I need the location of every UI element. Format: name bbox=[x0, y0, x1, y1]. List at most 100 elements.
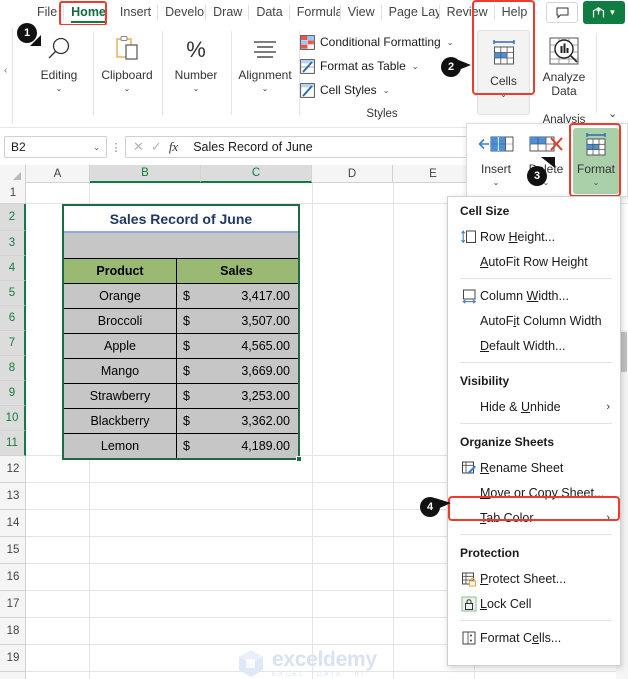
tab-draw[interactable]: Draw bbox=[206, 1, 250, 24]
format-cells-button[interactable]: Format ⌄ bbox=[573, 128, 619, 194]
tab-file[interactable]: File bbox=[30, 1, 65, 24]
cell-product[interactable]: Orange bbox=[64, 284, 177, 308]
table-title-cell[interactable]: Sales Record of June bbox=[64, 206, 298, 233]
column-header-c[interactable]: C bbox=[201, 165, 312, 183]
table-row[interactable]: Strawberry $3,253.00 bbox=[64, 383, 298, 408]
table-row[interactable]: Lemon $4,189.00 bbox=[64, 433, 298, 458]
format-as-table-chevron-down-icon[interactable]: ⌄ bbox=[412, 62, 419, 71]
table-spacer-row[interactable] bbox=[64, 233, 298, 258]
row-header-11[interactable]: 11 bbox=[0, 431, 26, 456]
row-header-19[interactable]: 19 bbox=[0, 645, 26, 672]
name-box[interactable]: B2 ⌄ bbox=[4, 136, 107, 158]
row-header-9[interactable]: 9 bbox=[0, 381, 26, 406]
cell-styles-chevron-down-icon[interactable]: ⌄ bbox=[383, 86, 390, 95]
share-button[interactable]: ▼ bbox=[583, 1, 625, 24]
cell-sales[interactable]: $3,669.00 bbox=[177, 359, 298, 383]
cell-sales[interactable]: $3,507.00 bbox=[177, 309, 298, 333]
menu-item-column-width[interactable]: Column Width... bbox=[448, 283, 620, 308]
cell-sales[interactable]: $3,362.00 bbox=[177, 409, 298, 433]
tab-data[interactable]: Data bbox=[249, 1, 290, 24]
menu-item-rename-sheet[interactable]: Rename Sheet bbox=[448, 455, 620, 480]
cell-product[interactable]: Strawberry bbox=[64, 384, 177, 408]
ribbon-group-cells[interactable]: Cells ⌄ bbox=[477, 30, 530, 115]
menu-item-format-cells[interactable]: Format Cells... bbox=[448, 625, 620, 650]
number-chevron-down-icon[interactable]: ⌄ bbox=[193, 84, 200, 93]
table-row[interactable]: Mango $3,669.00 bbox=[64, 358, 298, 383]
menu-item-tab-color[interactable]: Tab Color › bbox=[448, 505, 620, 530]
conditional-formatting-chevron-down-icon[interactable]: ⌄ bbox=[447, 38, 454, 47]
tab-formulas[interactable]: Formulas bbox=[290, 1, 341, 24]
menu-item-protect-sheet[interactable]: Protect Sheet... bbox=[448, 566, 620, 591]
tab-insert[interactable]: Insert bbox=[113, 1, 159, 24]
row-header-16[interactable]: 16 bbox=[0, 564, 26, 591]
column-header-sales[interactable]: Sales bbox=[177, 259, 298, 283]
editing-chevron-down-icon[interactable]: ⌄ bbox=[56, 84, 63, 93]
tab-page-layout[interactable]: Page Layout bbox=[382, 1, 440, 24]
column-header-product[interactable]: Product bbox=[64, 259, 177, 283]
cancel-icon[interactable]: ✕ bbox=[133, 139, 144, 155]
row-header-1[interactable]: 1 bbox=[0, 183, 26, 204]
sales-table[interactable]: Sales Record of June Product Sales Orang… bbox=[62, 204, 302, 462]
menu-item-autofit-column-width[interactable]: AutoFit Column Width bbox=[448, 308, 620, 333]
formula-bar-options-icon[interactable]: ⋮ bbox=[107, 141, 125, 154]
column-header-d[interactable]: D bbox=[312, 165, 393, 183]
row-header-6[interactable]: 6 bbox=[0, 306, 26, 331]
cell-sales[interactable]: $3,253.00 bbox=[177, 384, 298, 408]
ribbon-group-clipboard[interactable]: Clipboard ⌄ bbox=[94, 27, 160, 119]
menu-item-row-height[interactable]: Row Height... bbox=[448, 224, 620, 249]
select-all-corner-button[interactable] bbox=[0, 165, 26, 183]
cell-product[interactable]: Mango bbox=[64, 359, 177, 383]
row-header-15[interactable]: 15 bbox=[0, 537, 26, 564]
insert-cells-button[interactable]: Insert ⌄ bbox=[473, 128, 519, 194]
column-header-b[interactable]: B bbox=[90, 165, 201, 183]
menu-item-autofit-row-height[interactable]: AutoFit Row Height bbox=[448, 249, 620, 274]
cell-sales[interactable]: $4,189.00 bbox=[177, 434, 298, 458]
menu-item-lock-cell[interactable]: Lock Cell bbox=[448, 591, 620, 616]
analyze-data-button[interactable]: Analyze Data bbox=[536, 30, 592, 118]
cell-sales[interactable]: $3,417.00 bbox=[177, 284, 298, 308]
row-header-12[interactable]: 12 bbox=[0, 456, 26, 483]
tab-review[interactable]: Review bbox=[440, 1, 495, 24]
row-header-2[interactable]: 2 bbox=[0, 204, 26, 231]
cell-product[interactable]: Broccoli bbox=[64, 309, 177, 333]
name-box-chevron-down-icon[interactable]: ⌄ bbox=[93, 143, 100, 152]
row-header-13[interactable]: 13 bbox=[0, 483, 26, 510]
table-row[interactable]: Blackberry $3,362.00 bbox=[64, 408, 298, 433]
tab-developer[interactable]: Developer bbox=[158, 1, 207, 24]
conditional-formatting-button[interactable]: Conditional Formatting ⌄ bbox=[300, 31, 464, 53]
row-header-17[interactable]: 17 bbox=[0, 591, 26, 618]
menu-item-move-or-copy-sheet[interactable]: Move or Copy Sheet... bbox=[448, 480, 620, 505]
column-header-a[interactable]: A bbox=[26, 165, 90, 183]
clipboard-chevron-down-icon[interactable]: ⌄ bbox=[124, 84, 131, 93]
row-header-18[interactable]: 18 bbox=[0, 618, 26, 645]
cell-styles-button[interactable]: Cell Styles ⌄ bbox=[300, 79, 464, 101]
row-header-4[interactable]: 4 bbox=[0, 256, 26, 281]
row-header-5[interactable]: 5 bbox=[0, 281, 26, 306]
table-row[interactable]: Orange $3,417.00 bbox=[64, 283, 298, 308]
ribbon-group-number[interactable]: % Number ⌄ bbox=[163, 27, 229, 119]
tab-view[interactable]: View bbox=[341, 1, 382, 24]
row-header-8[interactable]: 8 bbox=[0, 356, 26, 381]
cell-sales[interactable]: $4,565.00 bbox=[177, 334, 298, 358]
format-as-table-button[interactable]: Format as Table ⌄ bbox=[300, 55, 464, 77]
table-row[interactable]: Apple $4,565.00 bbox=[64, 333, 298, 358]
selection-fill-handle[interactable] bbox=[295, 455, 302, 462]
row-header-10[interactable]: 10 bbox=[0, 406, 26, 431]
ribbon-expand-chevron-down-icon[interactable]: ⌄ bbox=[608, 107, 617, 120]
cell-product[interactable]: Lemon bbox=[64, 434, 177, 458]
column-header-e[interactable]: E bbox=[393, 165, 474, 183]
insert-chevron-down-icon[interactable]: ⌄ bbox=[493, 178, 500, 187]
confirm-icon[interactable]: ✓ bbox=[151, 139, 162, 155]
format-chevron-down-icon[interactable]: ⌄ bbox=[593, 178, 600, 187]
alignment-chevron-down-icon[interactable]: ⌄ bbox=[262, 84, 269, 93]
insert-function-icon[interactable]: fx bbox=[169, 139, 178, 155]
menu-item-hide-unhide[interactable]: Hide & Unhide › bbox=[448, 394, 620, 419]
row-header-7[interactable]: 7 bbox=[0, 331, 26, 356]
cell-product[interactable]: Apple bbox=[64, 334, 177, 358]
ribbon-collapse-left-icon[interactable]: ‹ bbox=[4, 65, 7, 76]
cell-product[interactable]: Blackberry bbox=[64, 409, 177, 433]
row-header-14[interactable]: 14 bbox=[0, 510, 26, 537]
ribbon-group-alignment[interactable]: Alignment ⌄ bbox=[232, 27, 298, 119]
cells-chevron-down-icon[interactable]: ⌄ bbox=[500, 90, 507, 99]
row-header-3[interactable]: 3 bbox=[0, 231, 26, 256]
